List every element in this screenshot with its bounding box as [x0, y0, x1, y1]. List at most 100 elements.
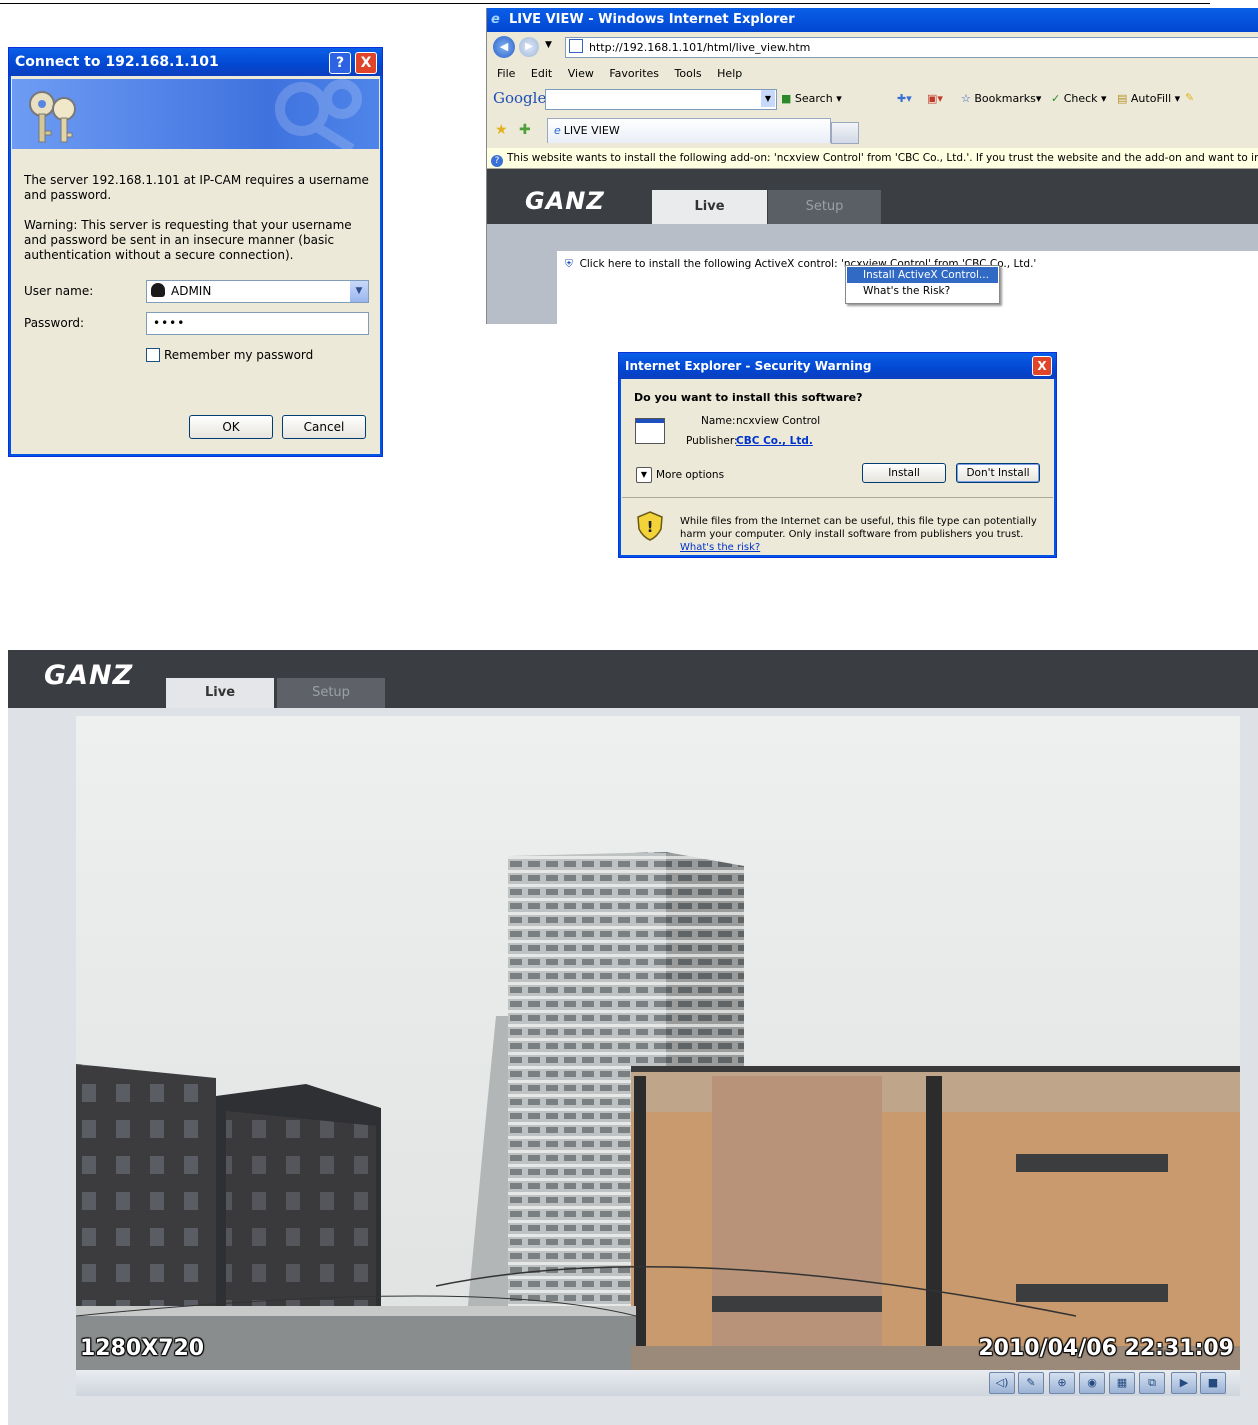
security-close-button[interactable]: X — [1032, 356, 1052, 376]
popup-blocker-icon[interactable]: ▣▾ — [927, 92, 943, 105]
ie-window: e LIVE VIEW - Windows Internet Explorer ◀… — [486, 8, 1258, 324]
tab-live[interactable]: Live — [652, 190, 767, 224]
more-options-chevron-icon[interactable]: ▼ — [636, 467, 652, 483]
tab-row: ★ ✚ e LIVE VIEW — [487, 112, 1258, 148]
ganz-page: GANZ Live Setup ⛨ Click here to install … — [487, 169, 1258, 324]
resolution-overlay: 1280X720 — [80, 1336, 205, 1361]
install-button[interactable]: Install — [862, 463, 946, 483]
camera-video-feed: 1280X720 2010/04/06 22:31:09 — [76, 716, 1240, 1370]
search-icon: ■ — [781, 92, 792, 105]
info-bar[interactable]: ? This website wants to install the follo… — [487, 148, 1258, 169]
timestamp-overlay: 2010/04/06 22:31:09 — [978, 1336, 1234, 1361]
tab-setup[interactable]: Setup — [768, 190, 881, 224]
login-dialog: Connect to 192.168.1.101 ? X The server … — [8, 47, 383, 457]
ie-logo-icon: e — [491, 12, 500, 27]
login-warning: Warning: This server is requesting that … — [24, 218, 352, 262]
ctx-whats-risk[interactable]: What's the Risk? — [846, 283, 999, 300]
menu-view[interactable]: View — [568, 62, 594, 86]
ganz-logo: GANZ — [525, 187, 605, 215]
username-value: ADMIN — [171, 284, 212, 298]
bookmarks-button[interactable]: ☆ Bookmarks▾ — [961, 92, 1041, 105]
google-search-button[interactable]: ■ Search ▾ — [781, 92, 842, 105]
fullscreen-icon[interactable]: ⧉ — [1139, 1372, 1165, 1394]
user-icon — [151, 283, 165, 297]
record-icon[interactable]: ▦ — [1109, 1372, 1135, 1394]
remember-label: Remember my password — [164, 348, 314, 362]
history-dropdown-icon[interactable]: ▼ — [545, 40, 552, 50]
autofill-button[interactable]: ▤ AutoFill ▾ — [1117, 92, 1180, 105]
name-label: Name: — [701, 415, 736, 427]
live-header: GANZ Live Setup — [8, 650, 1258, 710]
address-bar-row: ◀ ▶ ▼ http://192.168.1.101/html/live_vie… — [487, 32, 1258, 62]
menu-favorites[interactable]: Favorites — [609, 62, 659, 86]
more-options-link[interactable]: More options — [656, 469, 724, 481]
dont-install-button[interactable]: Don't Install — [956, 463, 1040, 483]
live-tab-live[interactable]: Live — [166, 678, 274, 708]
security-question: Do you want to install this software? — [634, 391, 863, 404]
favorites-star-icon[interactable]: ★ — [495, 122, 508, 138]
autofill-label: AutoFill — [1130, 92, 1172, 105]
url-text: http://192.168.1.101/html/live_view.htm — [589, 41, 811, 54]
username-field[interactable]: ADMIN ▼ — [146, 280, 369, 303]
software-icon — [635, 418, 665, 444]
google-logo: Google — [493, 89, 547, 107]
back-button[interactable]: ◀ — [493, 36, 515, 58]
google-toolbar: Google ▼ ■ Search ▾ ✚▾ ▣▾ ☆ Bookmarks▾ ✓… — [487, 86, 1258, 112]
name-value: ncxview Control — [736, 415, 821, 427]
spellcheck-icon: ✓ — [1051, 92, 1061, 105]
new-tab-button[interactable] — [831, 122, 859, 144]
remember-checkbox[interactable] — [146, 348, 160, 362]
add-favorite-icon[interactable]: ✚ — [519, 122, 531, 138]
stop-icon[interactable]: ■ — [1200, 1372, 1226, 1394]
menu-bar: File Edit View Favorites Tools Help — [487, 62, 1258, 86]
tab-live-view[interactable]: e LIVE VIEW — [547, 118, 831, 143]
live-tab-setup[interactable]: Setup — [277, 678, 385, 710]
spellcheck-label: Check — [1063, 92, 1098, 105]
bookmarks-label: Bookmarks — [974, 92, 1036, 105]
snapshot-icon[interactable]: ◉ — [1079, 1372, 1105, 1394]
zoom-icon[interactable]: ⊕ — [1049, 1372, 1075, 1394]
live-view-page: GANZ Live Setup 1280X720 2010/04/06 22:3… — [8, 650, 1258, 1425]
warning-shield-icon: ! — [637, 511, 663, 544]
camera-scene — [76, 716, 1240, 1370]
google-search-input[interactable] — [545, 89, 777, 110]
page-icon — [569, 39, 583, 53]
close-button[interactable]: X — [355, 52, 377, 74]
username-label: User name: — [24, 284, 94, 298]
microphone-icon[interactable]: ✎ — [1018, 1372, 1044, 1394]
password-field[interactable]: •••• — [146, 312, 369, 335]
forward-button[interactable]: ▶ — [519, 37, 539, 57]
autofill-icon: ▤ — [1117, 92, 1128, 105]
login-banner — [12, 79, 379, 149]
security-footer: While files from the Internet can be use… — [680, 515, 1050, 554]
menu-help[interactable]: Help — [717, 62, 742, 86]
cancel-button[interactable]: Cancel — [282, 415, 366, 439]
security-warning-dialog: Internet Explorer - Security Warning X D… — [618, 352, 1057, 558]
password-label: Password: — [24, 316, 85, 330]
star-icon: ☆ — [961, 92, 971, 105]
help-button[interactable]: ? — [329, 52, 351, 74]
page-top-rule — [0, 3, 1210, 4]
plus-icon[interactable]: ✚▾ — [897, 92, 912, 105]
play-icon[interactable]: ▶ — [1171, 1372, 1197, 1394]
info-icon: ? — [491, 155, 503, 167]
menu-tools[interactable]: Tools — [675, 62, 702, 86]
spellcheck-button[interactable]: ✓ Check ▾ — [1051, 92, 1107, 105]
live-ganz-logo: GANZ — [44, 660, 134, 691]
context-menu: Install ActiveX Control... What's the Ri… — [845, 265, 1000, 304]
chevron-down-icon[interactable]: ▼ — [350, 281, 368, 302]
ctx-install-activex[interactable]: Install ActiveX Control... — [847, 267, 998, 283]
address-input[interactable]: http://192.168.1.101/html/live_view.htm — [565, 37, 1258, 58]
menu-edit[interactable]: Edit — [531, 62, 552, 86]
menu-file[interactable]: File — [497, 62, 515, 86]
ok-button[interactable]: OK — [189, 415, 273, 439]
google-dropdown-icon[interactable]: ▼ — [761, 90, 775, 107]
google-search-label: Search — [794, 92, 833, 105]
whats-risk-link[interactable]: What's the risk? — [680, 542, 760, 553]
ie-title: LIVE VIEW - Windows Internet Explorer — [509, 12, 795, 27]
divider — [622, 497, 1053, 498]
publisher-link[interactable]: CBC Co., Ltd. — [736, 435, 813, 447]
pencil-icon[interactable]: ✎ — [1185, 91, 1194, 104]
speaker-icon[interactable]: ◁) — [989, 1372, 1015, 1394]
tab-ie-icon: e — [554, 124, 561, 137]
